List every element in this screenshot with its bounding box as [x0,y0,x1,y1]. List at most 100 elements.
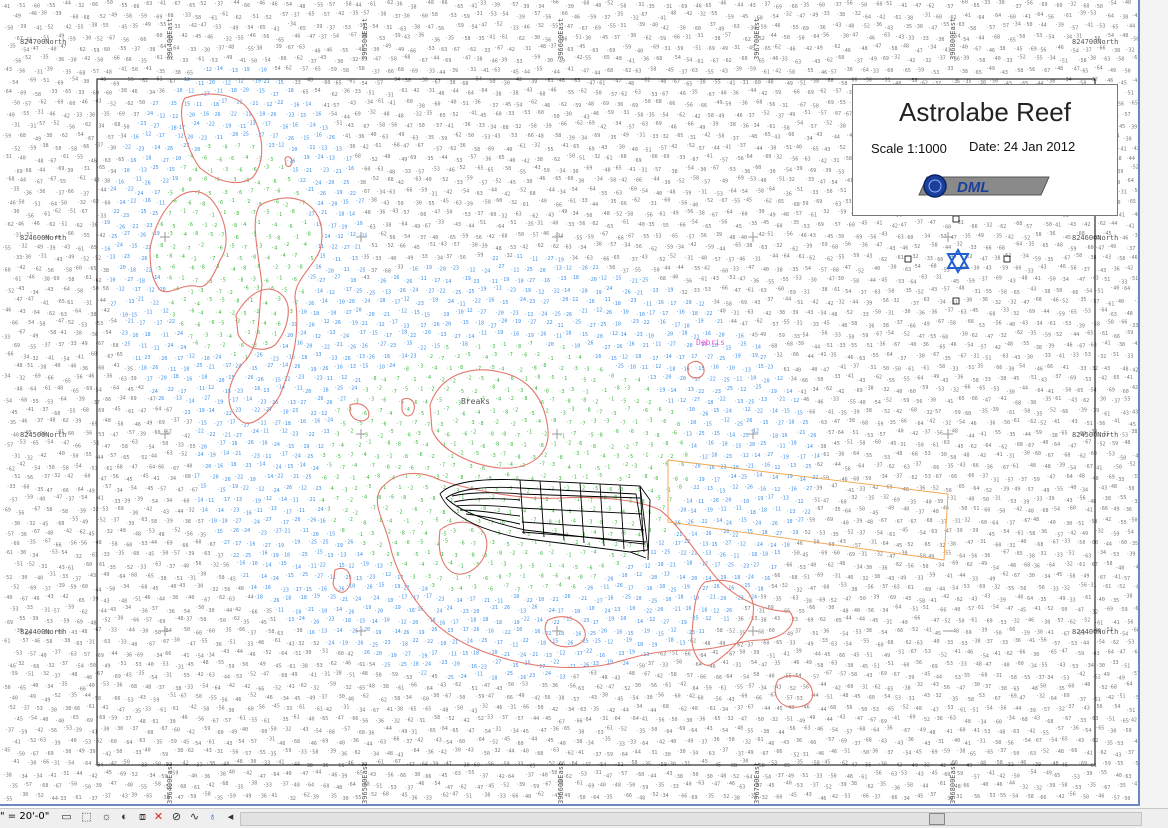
sounding-mark: ·47 [175,487,184,493]
sounding-mark: ·27 [775,421,784,427]
sounding-mark: ·6 [186,201,192,207]
sounding-mark: ·55 [837,100,846,106]
sounding-mark: ·53 [488,12,497,18]
sounding-mark: ·23 [121,254,130,260]
sounding-mark: ·58 [502,166,511,172]
sounding-mark: ·62 [832,44,841,50]
sounding-mark: ·67 [873,332,882,338]
sounding-mark: ·48 [1076,474,1085,480]
sounding-mark: ·20 [366,312,375,318]
sounding-mark: ·30 [825,605,834,611]
sounding-mark: ·37 [893,473,902,479]
sounding-mark: ·8 [496,550,502,556]
sounding-mark: ·50 [1043,222,1052,228]
sounding-mark: ·44 [805,354,814,360]
sounding-mark: ·21 [501,652,510,658]
sounding-mark: ·69 [27,585,36,591]
sounding-mark: ·49 [757,332,766,338]
sounding-mark: ·13 [285,617,294,623]
sounding-mark: ·63 [689,68,698,74]
sounding-mark: ·63 [632,90,641,96]
sounding-mark: ·57 [451,242,460,248]
sounding-mark: ·16 [676,310,685,316]
sounding-mark: ·22 [207,432,216,438]
sounding-mark: ·31 [617,23,626,29]
sounding-mark: ·12 [255,487,264,493]
sounding-mark: ·4 [425,375,431,381]
sounding-mark: ·52 [667,254,676,260]
sounding-mark: ·5 [529,564,535,570]
sounding-mark: ·67 [1050,540,1059,546]
sounding-mark: ·12 [279,429,288,435]
sounding-mark: ·63 [563,245,572,251]
sounding-mark: ·22 [297,178,306,184]
sounding-mark: ·63 [397,26,406,32]
sounding-mark: ·63 [818,420,827,426]
sounding-mark: ·32 [186,508,195,514]
sounding-mark: ·68 [76,70,85,76]
sounding-mark: ·33 [730,267,739,273]
sounding-mark: ·62 [453,133,462,139]
sounding-mark: ·33 [419,254,428,260]
sounding-mark: ·34 [364,100,373,106]
sounding-mark: ·56 [865,585,874,591]
sounding-mark: ·66 [649,154,658,160]
sounding-mark: ·43 [1068,398,1077,404]
sounding-mark: ·19 [605,616,614,622]
sounding-mark: ·53 [895,279,904,285]
sounding-mark: ·40 [1067,485,1076,491]
sounding-mark: ·46 [548,88,557,94]
sounding-mark: ·5 [596,473,602,479]
sounding-mark: ·42 [16,462,25,468]
sounding-mark: ·1 [202,222,208,228]
sounding-mark: ·1 [583,451,589,457]
sounding-mark: ·27 [691,397,700,403]
sounding-mark: ·38 [696,211,705,217]
sounding-mark: ·46 [1050,297,1059,303]
sounding-mark: ·7 [192,278,198,284]
sounding-mark: ·65 [1040,243,1049,249]
sounding-mark: ·52 [604,1,613,7]
sounding-mark: ·35 [646,222,655,228]
sounding-mark: ·61 [195,57,204,63]
sounding-mark: ·61 [75,246,84,252]
sounding-mark: ·45 [986,532,995,538]
sounding-mark: ·4 [338,443,344,449]
sounding-mark: ·26 [212,112,221,118]
sounding-mark: ·16 [725,586,734,592]
sounding-mark: ·63 [102,158,111,164]
sounding-mark: ·15 [284,464,293,470]
sounding-mark: ·54 [843,642,852,648]
sounding-mark: ·41 [1126,223,1135,229]
sounding-mark: ·32 [1061,585,1070,591]
sounding-mark: ·13 [685,387,694,393]
sounding-mark: ·65 [833,618,842,624]
sounding-mark: ·37 [914,220,923,226]
sounding-mark: ·43 [220,649,229,655]
drawing-viewport[interactable]: ·41·51·60·55·44·32·66·50·55·66·63·41·67 ·… [0,0,1138,806]
sounding-mark: ·46 [1055,45,1064,51]
sounding-mark: ·40 [1122,0,1131,6]
sounding-mark: ·38 [863,408,872,414]
sounding-mark: ·57 [818,111,827,117]
sounding-mark: ·20 [662,375,671,381]
sounding-mark: ·66 [249,609,258,615]
sounding-mark: ·68 [114,465,123,471]
sounding-mark: ·58 [624,211,633,217]
sounding-mark: ·16 [286,355,295,361]
sounding-mark: ·12 [116,287,125,293]
sounding-mark: ·18 [679,331,688,337]
sounding-mark: ·35 [828,352,837,358]
sounding-mark: ·38 [146,47,155,53]
sounding-mark: ·10 [645,334,654,340]
sounding-mark: ·45 [227,576,236,582]
sounding-mark: ·41 [837,365,846,371]
sounding-mark: ·10 [292,609,301,615]
sounding-mark: ·43 [1129,409,1138,415]
sounding-mark: ·41 [944,399,953,405]
sounding-mark: ·61 [698,276,707,282]
sounding-mark: ·7 [607,532,613,538]
sounding-mark: ·30 [563,112,572,118]
sounding-mark: ·11 [639,365,648,371]
sounding-mark: ·7 [394,376,400,382]
